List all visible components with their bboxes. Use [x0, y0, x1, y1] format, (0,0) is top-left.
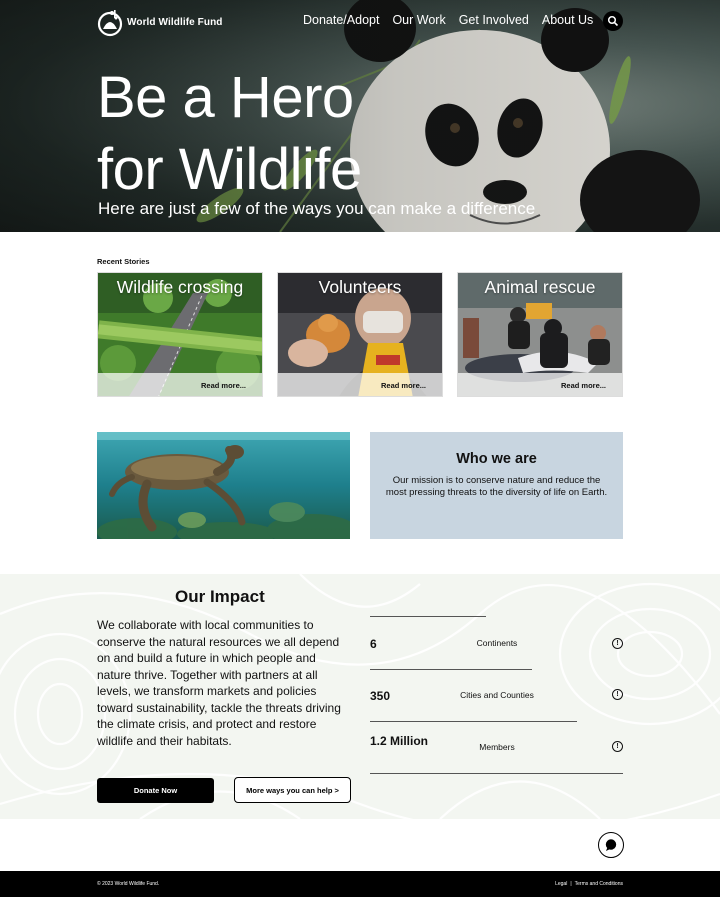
nav-about-us[interactable]: About Us [542, 13, 593, 27]
terms-link[interactable]: Terms and Conditions [575, 881, 623, 887]
stat-progress-line [370, 721, 577, 722]
stat-progress-line [370, 616, 486, 617]
nav-get-involved[interactable]: Get Involved [459, 13, 529, 27]
stat-progress-line [370, 669, 532, 670]
chat-button[interactable] [598, 832, 624, 858]
copyright-text: © 2023 World Wildlife Fund. [97, 881, 160, 887]
footer-separator: | [570, 881, 572, 887]
story-title: Volunteers [318, 277, 402, 297]
impact-description: We collaborate with local communities to… [97, 618, 341, 748]
legal-link[interactable]: Legal [555, 881, 567, 887]
chat-bubble-icon [605, 839, 617, 851]
stat-value: 1.2 Million [370, 734, 429, 748]
recent-stories-label: Recent Stories [97, 257, 150, 266]
info-icon[interactable]: ! [612, 638, 623, 649]
sea-turtle-photo [97, 432, 350, 539]
read-more-link[interactable]: Read more... [201, 381, 246, 390]
hero-subtitle: Here are just a few of the ways you can … [98, 199, 536, 218]
hero-title: Be a Hero for Wildlife [97, 62, 362, 206]
donate-now-button[interactable]: Donate Now [97, 778, 214, 803]
who-we-are-panel: Who we are Our mission is to conserve na… [370, 432, 623, 539]
stat-label: Continents [476, 638, 518, 648]
stat-label: Members [479, 742, 515, 752]
read-more-link[interactable]: Read more... [561, 381, 606, 390]
brand-name: World Wildlife Fund [127, 16, 223, 28]
stat-label: Cities and Counties [460, 690, 534, 700]
stat-value: 6 [370, 637, 377, 651]
story-card-animal-rescue[interactable]: Animal rescue Read more... [457, 272, 623, 397]
hero-title-line2: for Wildlife [97, 137, 362, 202]
story-title: Wildlife crossing [116, 277, 244, 297]
story-card-wildlife-crossing[interactable]: Wildlife crossing Read more... [97, 272, 263, 397]
brand[interactable]: World Wildlife Fund [97, 7, 223, 37]
impact-title: Our Impact [175, 587, 265, 606]
who-we-are-text: Our mission is to conserve nature and re… [385, 475, 608, 498]
nav-donate-adopt[interactable]: Donate/Adopt [303, 13, 379, 27]
stat-value: 350 [370, 689, 391, 703]
info-icon[interactable]: ! [612, 689, 623, 700]
stat-divider-line [370, 773, 623, 774]
read-more-link[interactable]: Read more... [381, 381, 426, 390]
footer-links: Legal | Terms and Conditions [555, 881, 623, 887]
story-card-volunteers[interactable]: Volunteers Read more... [277, 272, 443, 397]
footer: © 2023 World Wildlife Fund. Legal | Term… [0, 871, 720, 897]
main-nav: Donate/Adopt Our Work Get Involved About… [303, 13, 593, 27]
who-we-are-title: Who we are [456, 451, 537, 467]
nav-our-work[interactable]: Our Work [392, 13, 445, 27]
hero-title-line1: Be a Hero [97, 65, 354, 130]
wwf-logo-icon [97, 10, 123, 37]
search-button[interactable] [603, 11, 623, 31]
story-title: Animal rescue [484, 277, 596, 297]
impact-section: Our Impact We collaborate with local com… [0, 574, 720, 819]
sea-turtle-image [97, 432, 350, 539]
info-icon[interactable]: ! [612, 741, 623, 752]
search-icon [607, 15, 619, 27]
more-ways-button[interactable]: More ways you can help > [234, 777, 351, 803]
